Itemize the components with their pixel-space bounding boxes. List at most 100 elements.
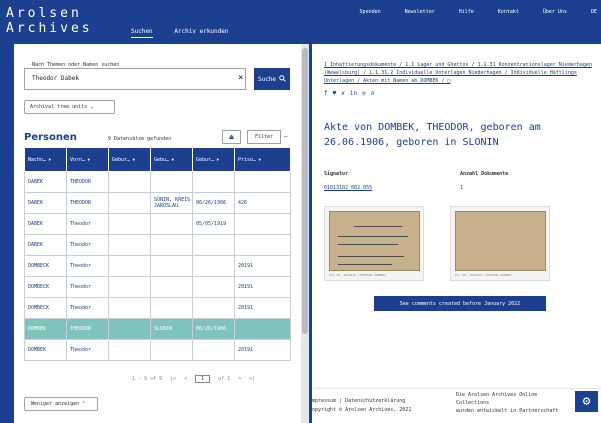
- table-cell: 05/05/1919: [192, 213, 235, 235]
- logo-line-2: Archives: [6, 21, 93, 36]
- main-nav: Suchen Archiv erkunden: [131, 28, 247, 38]
- column-header[interactable]: Gebur… ▼: [192, 147, 235, 172]
- link-newsletter[interactable]: Newsletter: [405, 9, 435, 15]
- tree-button-label: Archival tree units: [30, 104, 88, 110]
- top-links: Spenden Newsletter Hilfe Kontakt Über Un…: [360, 9, 597, 15]
- column-header-label: Gebu…: [154, 156, 170, 163]
- footer-partner-line-3: wurden entwickelt in Partnerschaft: [456, 408, 559, 414]
- document-card-2[interactable]: Doc-ID: 2044416 (THEODOR DOMBEK): [450, 206, 550, 281]
- filter-icon[interactable]: ▼: [46, 157, 50, 162]
- table-cell: DOMBECK: [24, 297, 67, 319]
- settings-gear-icon[interactable]: ⚙: [575, 391, 598, 412]
- table-cell: [192, 339, 235, 361]
- filter-icon[interactable]: ▼: [85, 157, 89, 162]
- document-caption-1: Doc-ID: 2044416 (THEODOR DOMBEK): [329, 273, 387, 277]
- collapse-icon[interactable]: —: [284, 133, 288, 140]
- link-ueber-uns[interactable]: Über Uns: [543, 9, 567, 15]
- link-hilfe[interactable]: Hilfe: [459, 9, 474, 15]
- footer-right: Die Arolsen Archives Online Collections …: [456, 391, 558, 415]
- table-cell: 20191: [234, 339, 291, 361]
- table-cell: [108, 339, 151, 361]
- signatur-value[interactable]: 01013102 002 055: [324, 185, 372, 191]
- whatsapp-icon[interactable]: ◎: [362, 90, 366, 97]
- table-cell: [150, 297, 193, 319]
- footer-legal-links[interactable]: mpressum | Datenschutzerklärung: [312, 397, 411, 406]
- search-icon: [279, 74, 286, 84]
- table-cell: DOMBECK: [24, 276, 67, 298]
- table-row[interactable]: DABEK THEODOR: [24, 171, 291, 193]
- signatur-label: Signatur: [324, 171, 349, 177]
- table-row[interactable]: DOMBEK Theodor 20191: [24, 339, 291, 361]
- search-button[interactable]: Suche: [254, 68, 290, 90]
- filter-icon[interactable]: ▼: [256, 157, 260, 162]
- heart-icon[interactable]: ♥: [333, 90, 337, 97]
- column-header[interactable]: Vorn… ▼: [66, 147, 109, 172]
- language-switch[interactable]: DE: [591, 9, 597, 15]
- table-cell: DOMBEK: [24, 339, 67, 361]
- clear-search-icon[interactable]: ×: [238, 74, 243, 83]
- table-cell: Theodor: [66, 276, 109, 298]
- show-less-button[interactable]: Weniger anzeigen ⌃: [24, 397, 98, 411]
- scrollbar-thumb[interactable]: [302, 48, 308, 334]
- table-cell: [108, 213, 151, 235]
- breadcrumb[interactable]: 1 Inhaftierungsdokumente / 1.1 Lager und…: [324, 61, 594, 85]
- x-icon[interactable]: ✗: [341, 90, 345, 97]
- document-detail-panel: 1 Inhaftierungsdokumente / 1.1 Lager und…: [312, 44, 601, 423]
- table-row[interactable]: DABEK Theodor: [24, 234, 291, 256]
- table-cell: [108, 276, 151, 298]
- table-cell: [234, 318, 291, 340]
- prev-page-button[interactable]: <: [184, 376, 187, 382]
- facebook-icon[interactable]: f: [324, 90, 328, 97]
- table-row[interactable]: DOMBECK Theodor 20191: [24, 255, 291, 277]
- nav-suchen[interactable]: Suchen: [131, 28, 153, 38]
- table-cell: [192, 255, 235, 277]
- table-row[interactable]: DOMBECK Theodor 20191: [24, 297, 291, 319]
- filter-icon[interactable]: ▼: [169, 157, 173, 162]
- table-cell: [108, 234, 151, 256]
- column-header[interactable]: Gebu… ▼: [150, 147, 193, 172]
- table-cell: [150, 234, 193, 256]
- link-icon[interactable]: ∂: [371, 90, 375, 97]
- nav-archiv-erkunden[interactable]: Archiv erkunden: [174, 28, 228, 35]
- footer: mpressum | Datenschutzerklärung opyright…: [312, 388, 601, 423]
- first-page-button[interactable]: |<: [170, 376, 176, 382]
- results-table: Nachn… ▼ Vorn… ▼ Gebur… ▼ Gebu… ▼ Gebur… ▼ Pr…: [24, 147, 291, 361]
- next-page-button[interactable]: >: [238, 376, 241, 382]
- linkedin-icon[interactable]: in: [350, 90, 357, 97]
- filter-icon[interactable]: ▼: [214, 157, 218, 162]
- search-button-label: Suche: [257, 75, 277, 83]
- column-header-label: Vorn…: [70, 156, 86, 163]
- column-header[interactable]: Nachn… ▼: [24, 147, 67, 172]
- filter-button[interactable]: Filter: [247, 130, 281, 144]
- pager-range: 1 - 9 of 9: [132, 376, 163, 382]
- arolsen-logo[interactable]: Arolsen Archives: [6, 6, 93, 36]
- table-row[interactable]: DABEK Theodor 05/05/1919: [24, 213, 291, 235]
- search-value[interactable]: Theodor Dabek: [32, 75, 79, 82]
- table-cell: [192, 276, 235, 298]
- see-comments-button[interactable]: See comments created before January 2022: [374, 296, 546, 311]
- column-header[interactable]: Gebur… ▼: [108, 147, 151, 172]
- column-header[interactable]: Priso… ▼: [234, 147, 291, 172]
- share-icons: f ♥ ✗ in ◎ ∂: [324, 90, 374, 97]
- link-kontakt[interactable]: Kontakt: [498, 9, 519, 15]
- archival-tree-units-button[interactable]: Archival tree units ⌄: [24, 100, 115, 114]
- page-input[interactable]: 1: [195, 375, 211, 383]
- table-row[interactable]: DABEK THEODOR SONIN, KREIS JAROSLAU 06/26/1…: [24, 192, 291, 214]
- download-button[interactable]: ⏏: [222, 130, 241, 144]
- document-card-1[interactable]: Doc-ID: 2044416 (THEODOR DOMBEK): [324, 206, 424, 281]
- table-cell: [150, 276, 193, 298]
- table-cell: [150, 213, 193, 235]
- footer-copyright: opyright © Arolsen Archives, 2021: [312, 407, 412, 413]
- table-cell: [150, 171, 193, 193]
- link-spenden[interactable]: Spenden: [360, 9, 381, 15]
- left-panel-scrollbar[interactable]: [301, 44, 309, 423]
- filter-icon[interactable]: ▼: [130, 157, 134, 162]
- table-cell: THEODOR: [66, 318, 109, 340]
- chevron-down-icon: ⌄: [90, 104, 94, 110]
- table-row[interactable]: DOMBECK Theodor 20191: [24, 276, 291, 298]
- table-cell: 06/26/1906: [192, 192, 235, 214]
- table-cell: [192, 171, 235, 193]
- table-row[interactable]: DOMBEK THEODOR SLONIN 06/26/1906: [24, 318, 291, 340]
- last-page-button[interactable]: >|: [249, 376, 255, 382]
- table-cell: 06/26/1906: [192, 318, 235, 340]
